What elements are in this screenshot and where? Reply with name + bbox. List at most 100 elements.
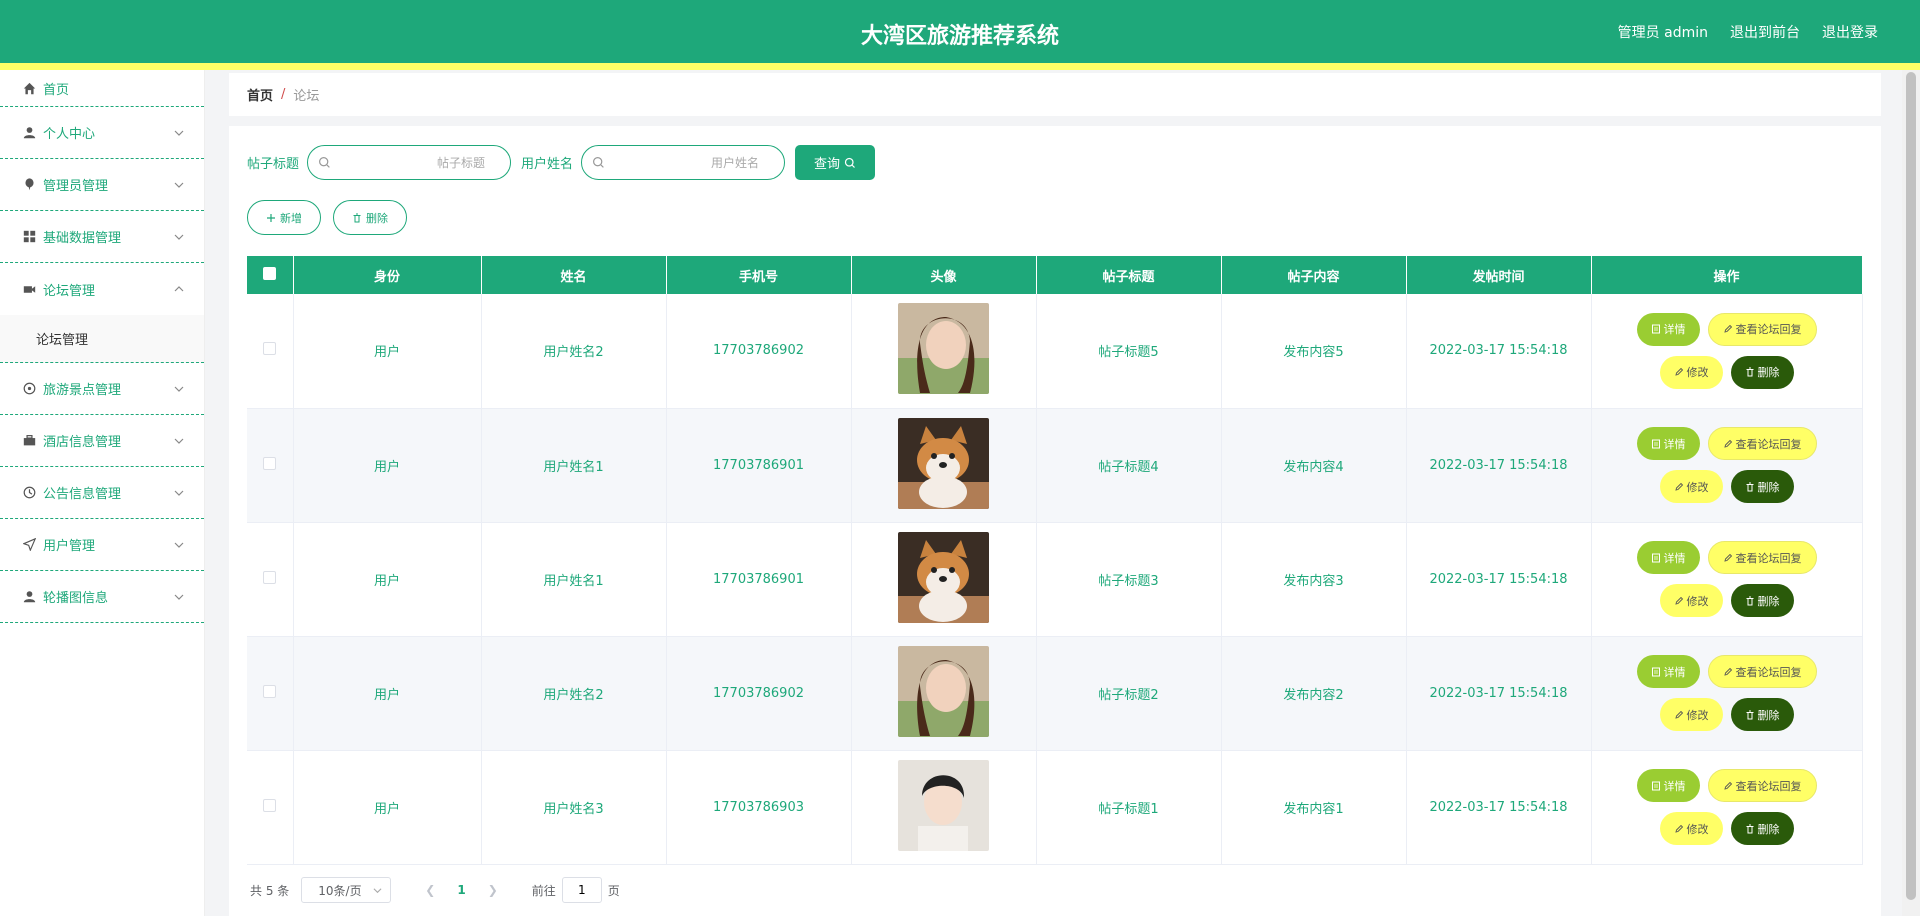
cell-phone: 17703786903: [666, 750, 852, 865]
delete-button[interactable]: 删除: [1730, 698, 1794, 731]
detail-button[interactable]: 详情: [1636, 541, 1700, 574]
ops-row-top: 详情 查看论坛回复: [1636, 312, 1817, 346]
edit-button[interactable]: 修改: [1659, 698, 1723, 731]
cell-role: 用户: [293, 294, 482, 409]
edit-button[interactable]: 修改: [1659, 470, 1723, 503]
cell-post-title: 帖子标题4: [1036, 408, 1222, 523]
admin-user-label[interactable]: 管理员 admin: [1618, 22, 1708, 42]
detail-button[interactable]: 详情: [1636, 769, 1700, 802]
pagination-total: 共 5 条: [250, 883, 290, 898]
row-select-cell[interactable]: [247, 408, 294, 523]
next-page-button[interactable]: ❯: [488, 883, 498, 897]
add-button[interactable]: 新增: [247, 200, 321, 235]
view-replies-button-label: 查看论坛回复: [1735, 665, 1802, 679]
row-checkbox[interactable]: [263, 570, 277, 584]
cell-phone: 17703786902: [666, 636, 852, 751]
sidebar-item-forum-management[interactable]: 论坛管理: [0, 263, 204, 315]
row-select-cell[interactable]: [247, 522, 294, 637]
cell-operations: 详情 查看论坛回复修改 删除: [1591, 636, 1863, 751]
goto-page-input[interactable]: [561, 877, 602, 903]
edit-button[interactable]: 修改: [1659, 355, 1723, 389]
user-name-field[interactable]: [581, 145, 786, 180]
sidebar-item-admin-management[interactable]: 管理员管理: [0, 159, 204, 211]
row-select-cell[interactable]: [247, 636, 294, 751]
row-select-cell[interactable]: [247, 750, 294, 865]
row-operations: 详情 查看论坛回复修改 删除: [1592, 427, 1862, 503]
detail-button[interactable]: 详情: [1636, 312, 1700, 346]
query-button[interactable]: 查询: [795, 145, 876, 180]
view-replies-button-label: 查看论坛回复: [1735, 437, 1802, 451]
cell-role: 用户: [293, 636, 482, 751]
vertical-scrollbar[interactable]: [1902, 70, 1920, 916]
view-replies-button[interactable]: 查看论坛回复: [1707, 769, 1817, 802]
edit-icon: [1723, 781, 1732, 790]
edit-icon: [1723, 439, 1732, 448]
avatar[interactable]: [898, 759, 989, 851]
row-operations: 详情 查看论坛回复修改 删除: [1592, 655, 1862, 731]
avatar[interactable]: [898, 303, 989, 395]
sidebar-item-personal-center[interactable]: 个人中心: [0, 107, 204, 159]
detail-button[interactable]: 详情: [1636, 655, 1700, 688]
row-checkbox[interactable]: [263, 798, 277, 812]
cell-post-title: 帖子标题2: [1036, 636, 1222, 751]
ops-row-top: 详情 查看论坛回复: [1636, 769, 1817, 802]
view-replies-button[interactable]: 查看论坛回复: [1707, 312, 1817, 346]
user-name-input[interactable]: [582, 146, 785, 179]
breadcrumb-home[interactable]: 首页: [247, 85, 273, 104]
exit-to-front-link[interactable]: 退出到前台: [1730, 22, 1800, 42]
page-number-current[interactable]: 1: [457, 883, 465, 897]
cell-avatar: [851, 750, 1037, 865]
action-bar: 新增 删除: [247, 200, 407, 235]
row-checkbox[interactable]: [263, 684, 277, 698]
ops-row-bottom: 修改 删除: [1659, 812, 1794, 845]
view-replies-button[interactable]: 查看论坛回复: [1707, 541, 1817, 574]
sidebar-item-hotel-info[interactable]: 酒店信息管理: [0, 415, 204, 467]
prev-page-button[interactable]: ❮: [425, 883, 435, 897]
sidebar-item-announcements[interactable]: 公告信息管理: [0, 467, 204, 519]
avatar[interactable]: [898, 645, 989, 737]
submenu-item-forum-management[interactable]: 论坛管理: [0, 315, 204, 363]
post-title-input[interactable]: [308, 146, 511, 179]
view-replies-button[interactable]: 查看论坛回复: [1707, 427, 1817, 460]
sidebar-item-home[interactable]: 首页: [0, 70, 204, 107]
batch-delete-button[interactable]: 删除: [333, 200, 407, 235]
row-checkbox[interactable]: [263, 342, 277, 356]
delete-button[interactable]: 删除: [1730, 355, 1794, 389]
delete-button[interactable]: 删除: [1730, 470, 1794, 503]
cell-avatar: [851, 408, 1037, 523]
row-operations: 详情 查看论坛回复修改 删除: [1592, 312, 1862, 389]
post-title-field[interactable]: [307, 145, 512, 180]
logout-link[interactable]: 退出登录: [1822, 22, 1878, 42]
cell-name: 用户姓名1: [481, 408, 667, 523]
page-size-select[interactable]: 10条/页: [301, 877, 392, 903]
sidebar-item-basic-data[interactable]: 基础数据管理: [0, 211, 204, 263]
cell-name: 用户姓名2: [481, 294, 667, 409]
camera-icon: [22, 282, 36, 296]
avatar[interactable]: [898, 417, 989, 509]
edit-button[interactable]: 修改: [1659, 812, 1723, 845]
table-header-row: 身份 姓名 手机号 头像 帖子标题 帖子内容 发帖时间 操作: [247, 256, 1863, 294]
sidebar-item-user-management[interactable]: 用户管理: [0, 519, 204, 571]
edit-icon: [1723, 553, 1732, 562]
scrollbar-thumb[interactable]: [1906, 72, 1916, 900]
select-all-cell[interactable]: [247, 256, 294, 294]
cell-avatar: [851, 522, 1037, 637]
trash-icon: [1746, 596, 1753, 605]
select-all-checkbox[interactable]: [263, 266, 277, 280]
row-checkbox[interactable]: [263, 456, 277, 470]
sidebar-item-label: 轮播图信息: [43, 591, 109, 606]
delete-button[interactable]: 删除: [1730, 812, 1794, 845]
view-replies-button[interactable]: 查看论坛回复: [1707, 655, 1817, 688]
document-icon: [1651, 553, 1660, 562]
row-select-cell[interactable]: [247, 294, 294, 409]
detail-button-label: 详情: [1663, 779, 1686, 793]
avatar[interactable]: [898, 531, 989, 623]
delete-button[interactable]: 删除: [1730, 584, 1794, 617]
cell-role: 用户: [293, 408, 482, 523]
edit-button[interactable]: 修改: [1659, 584, 1723, 617]
row-operations: 详情 查看论坛回复修改 删除: [1592, 541, 1862, 617]
sidebar-item-carousel-info[interactable]: 轮播图信息: [0, 571, 204, 623]
detail-button[interactable]: 详情: [1636, 427, 1700, 460]
cell-post-time: 2022-03-17 15:54:18: [1406, 636, 1592, 751]
sidebar-item-scenic-spots[interactable]: 旅游景点管理: [0, 363, 204, 415]
